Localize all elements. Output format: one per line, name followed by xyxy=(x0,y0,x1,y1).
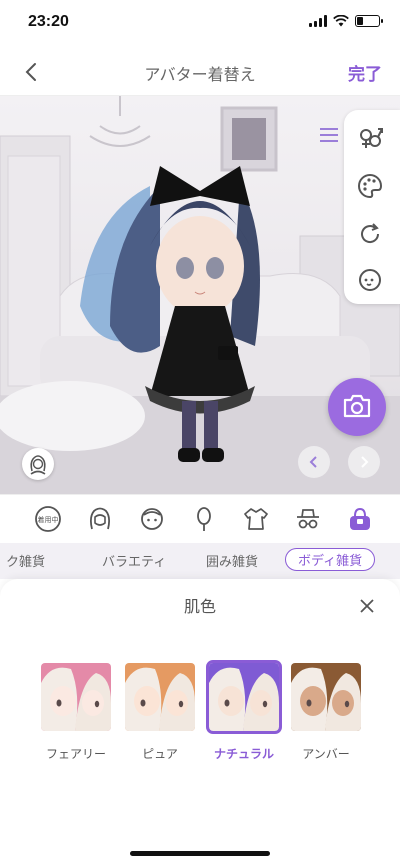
hair-icon xyxy=(89,507,111,530)
avatar-select-button[interactable] xyxy=(22,448,54,480)
subtab-item-active[interactable]: ボディ雑貨 xyxy=(285,548,376,571)
status-time: 23:20 xyxy=(28,13,69,30)
skin-color-label: フェアリー xyxy=(45,747,106,761)
category-hat-glasses-tab[interactable] xyxy=(294,505,322,533)
skin-color-option[interactable]: ナチュラル xyxy=(206,660,282,762)
tools-panel xyxy=(344,110,400,304)
subtab-item[interactable]: ク雑貨 xyxy=(6,551,45,570)
skin-color-thumbnail[interactable] xyxy=(291,663,361,731)
accessory-mirror-icon xyxy=(197,507,211,531)
subcategory-tabs: ク雑貨 バラエティ 囲み雑貨 ボディ雑貨 xyxy=(0,543,400,579)
camera-icon xyxy=(343,394,371,418)
category-clothes-tab[interactable] xyxy=(242,505,270,533)
room-background xyxy=(0,96,400,494)
skin-color-option[interactable]: フェアリー xyxy=(41,663,111,762)
sheet-title: 肌色 xyxy=(183,597,216,616)
palette-icon[interactable] xyxy=(356,172,384,200)
home-indicator xyxy=(130,851,270,856)
face-icon xyxy=(141,508,163,530)
battery-level xyxy=(357,17,364,25)
cellular-signal-icon xyxy=(309,15,327,27)
skin-color-label: アンバー xyxy=(302,747,350,761)
nav-bar: アバター着替え 完了 xyxy=(0,48,400,96)
page-title: アバター着替え xyxy=(144,65,256,84)
category-bar: 着用中 xyxy=(0,494,400,542)
battery-icon xyxy=(355,15,383,27)
svg-text:着用中: 着用中 xyxy=(38,515,59,524)
done-button[interactable]: 完了 xyxy=(348,60,382,85)
bag-icon xyxy=(350,507,370,530)
avatar-head-icon xyxy=(30,455,46,475)
category-accessory-tab[interactable] xyxy=(190,505,218,533)
skin-color-label: ナチュラル xyxy=(213,747,274,761)
close-icon[interactable] xyxy=(358,597,376,615)
skin-color-thumbnail[interactable] xyxy=(206,660,282,734)
clothes-icon xyxy=(244,508,268,530)
status-icons xyxy=(309,15,383,27)
skin-color-option[interactable]: アンバー xyxy=(291,663,361,762)
rotate-icon[interactable] xyxy=(356,220,384,248)
face-expression-icon[interactable] xyxy=(356,266,384,294)
status-bar: 23:20 xyxy=(0,0,400,48)
category-face-tab[interactable] xyxy=(138,505,166,533)
category-bag-tab[interactable] xyxy=(346,505,374,533)
wearing-badge-icon: 着用中 xyxy=(35,506,61,532)
subtab-item[interactable]: バラエティ xyxy=(102,551,166,570)
chevron-right-icon xyxy=(361,456,369,468)
skin-color-sheet: 肌色 フェアリー ピュア ナチュラル アンバー xyxy=(0,579,400,865)
skin-color-option[interactable]: ピュア xyxy=(125,663,195,762)
wifi-icon xyxy=(333,15,349,27)
menu-lines-icon[interactable] xyxy=(318,126,340,144)
skin-color-label: ピュア xyxy=(142,747,178,761)
gender-swap-icon[interactable] xyxy=(356,124,384,152)
camera-button[interactable] xyxy=(328,378,386,436)
subtab-item[interactable]: 囲み雑貨 xyxy=(206,551,258,570)
skin-color-thumbnail[interactable] xyxy=(41,663,111,731)
next-arrow-button[interactable] xyxy=(348,446,380,478)
previous-arrow-button[interactable] xyxy=(298,446,330,478)
category-hair-tab[interactable] xyxy=(86,505,114,533)
category-wearing-tab[interactable]: 着用中 xyxy=(34,505,62,533)
hat-glasses-icon xyxy=(297,509,319,529)
chevron-left-icon xyxy=(309,456,317,468)
avatar-stage xyxy=(0,96,400,494)
skin-color-thumbnail[interactable] xyxy=(125,663,195,731)
